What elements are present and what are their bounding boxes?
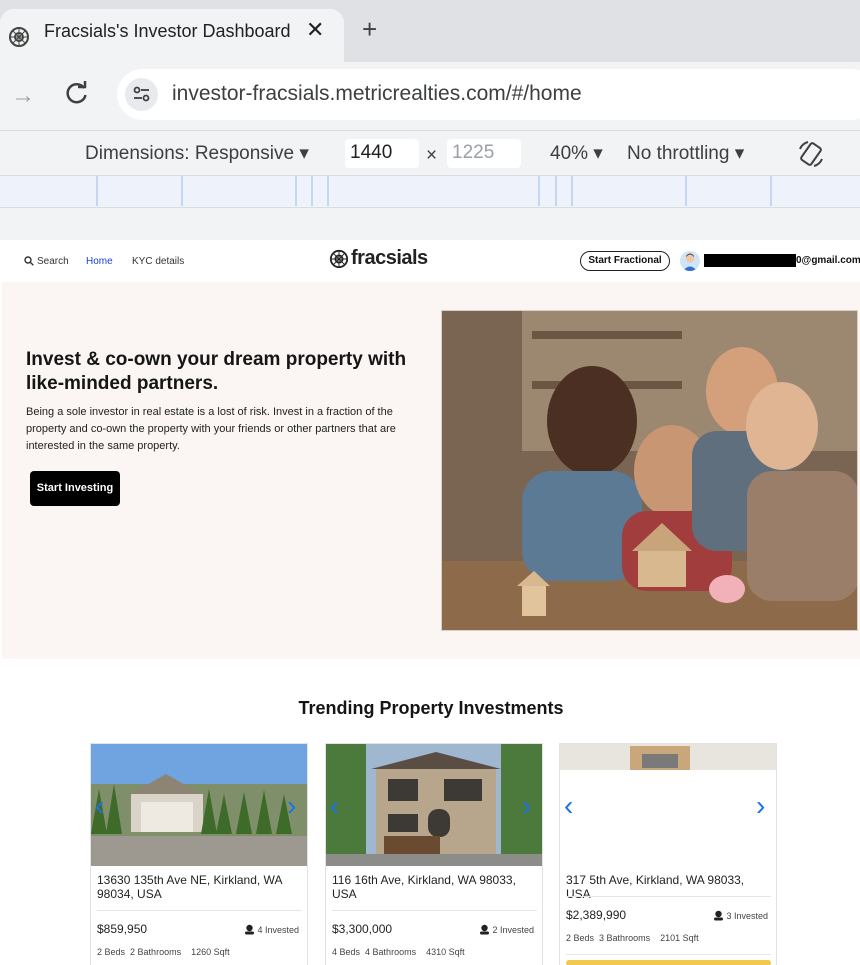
hero-description: Being a sole investor in real estate is … [26, 406, 396, 452]
hero-title: Invest & co-own your dream property with… [26, 349, 407, 394]
email-redacted [704, 254, 796, 267]
property-price: $2,389,990 [566, 908, 627, 922]
url-text[interactable]: investor-fracsials.metricrealties.com/#/… [172, 82, 582, 106]
card-divider [566, 954, 771, 955]
rotate-icon[interactable] [796, 139, 826, 169]
ruler-mark [311, 176, 313, 206]
carousel-next-icon[interactable]: › [287, 790, 296, 822]
start-fractional-button[interactable]: Start Fractional [580, 251, 670, 271]
address-bar[interactable]: investor-fracsials.metricrealties.com/#/… [117, 69, 860, 120]
property-specs: 2 Beds 3 Bathrooms 2101 Sqft [566, 933, 699, 943]
fracsials-logo-icon [9, 27, 29, 47]
carousel-prev-icon[interactable]: ‹ [564, 790, 573, 822]
invested-count: 4 Invested [244, 924, 299, 935]
ruler-mark [538, 176, 540, 206]
brand-name: fracsials [351, 247, 428, 269]
carousel-next-icon[interactable]: › [522, 790, 531, 822]
dimensions-dropdown[interactable]: Dimensions: Responsive ▾ [85, 142, 309, 165]
height-input[interactable]: 1225 [447, 139, 521, 168]
reload-icon[interactable] [64, 80, 90, 106]
ruler-mark [685, 176, 687, 206]
nav-search[interactable]: Search [24, 256, 69, 267]
new-tab-icon[interactable]: + [362, 14, 377, 45]
browser-tabstrip: Fracsials's Investor Dashboard ✕ + [0, 0, 860, 62]
property-image[interactable]: ‹ › [91, 744, 307, 866]
media-query-ruler[interactable] [0, 175, 860, 208]
ruler-mark [295, 176, 297, 206]
invested-count: 2 Invested [479, 924, 534, 935]
property-price: $859,950 [97, 922, 148, 936]
device-toolbar: Dimensions: Responsive ▾ 1440 × 1225 40%… [0, 130, 860, 175]
search-icon [24, 256, 34, 266]
property-price: $3,300,000 [332, 922, 393, 936]
times-sign: × [426, 145, 438, 166]
property-image[interactable]: ‹ › [326, 744, 542, 866]
property-specs: 2 Beds 2 Bathrooms 1260 Sqft [97, 947, 230, 957]
ruler-mark [555, 176, 557, 206]
property-card[interactable]: ‹ › 317 5th Ave, Kirkland, WA 98033, USA… [559, 743, 777, 965]
property-image[interactable]: ‹ › [560, 744, 776, 866]
nav-kyc-details[interactable]: KYC details [132, 256, 184, 267]
hero-section: Invest & co-own your dream property with… [2, 282, 860, 659]
ruler-mark [96, 176, 98, 206]
brand-logo[interactable]: fracsials [329, 247, 428, 274]
ruler-mark [770, 176, 772, 206]
site-header: Search Home KYC details fracsials Start … [2, 240, 860, 282]
ruler-mark [327, 176, 329, 206]
property-card[interactable]: ‹ › 116 16th Ave, Kirkland, WA 98033, US… [325, 743, 543, 965]
property-specs: 4 Beds 4 Bathrooms 4310 Sqft [332, 947, 465, 957]
trending-title: Trending Property Investments [298, 698, 564, 718]
invested-count: 3 Invested [713, 910, 768, 921]
zoom-dropdown[interactable]: 40% ▾ [550, 142, 603, 165]
card-divider [97, 910, 302, 911]
carousel-prev-icon[interactable]: ‹ [95, 790, 104, 822]
start-investing-button[interactable]: Start Investing [30, 471, 120, 506]
investor-icon [714, 910, 724, 921]
ruler-mark [571, 176, 573, 206]
card-divider [566, 896, 771, 897]
card-divider [332, 910, 537, 911]
user-avatar[interactable] [680, 251, 700, 271]
page-viewport: Search Home KYC details fracsials Start … [2, 240, 860, 965]
investor-icon [245, 924, 255, 935]
ruler-mark [181, 176, 183, 206]
viewport-gutter [0, 208, 860, 240]
card-action-button[interactable] [566, 960, 771, 965]
carousel-next-icon[interactable]: › [756, 790, 765, 822]
investor-icon [480, 924, 490, 935]
forward-arrow-icon[interactable]: → [11, 82, 35, 110]
carousel-prev-icon[interactable]: ‹ [330, 790, 339, 822]
browser-tab-active[interactable]: Fracsials's Investor Dashboard ✕ [0, 9, 344, 62]
site-info-icon[interactable] [125, 78, 158, 111]
throttling-dropdown[interactable]: No throttling ▾ [627, 142, 744, 165]
tab-title: Fracsials's Investor Dashboard [44, 21, 291, 41]
property-card[interactable]: ‹ › 13630 135th Ave NE, Kirkland, WA 980… [90, 743, 308, 965]
nav-home[interactable]: Home [86, 256, 113, 267]
browser-toolbar: → investor-fracsials.metricrealties.com/… [0, 62, 860, 130]
fracsials-logo-icon [329, 249, 349, 269]
user-email[interactable]: 0@gmail.com [796, 255, 860, 266]
hero-image [441, 310, 858, 631]
property-address: 13630 135th Ave NE, Kirkland, WA 98034, … [97, 873, 282, 901]
tab-close-icon[interactable]: ✕ [306, 17, 324, 43]
width-input[interactable]: 1440 [345, 139, 419, 168]
property-address: 116 16th Ave, Kirkland, WA 98033, USA [332, 873, 516, 901]
